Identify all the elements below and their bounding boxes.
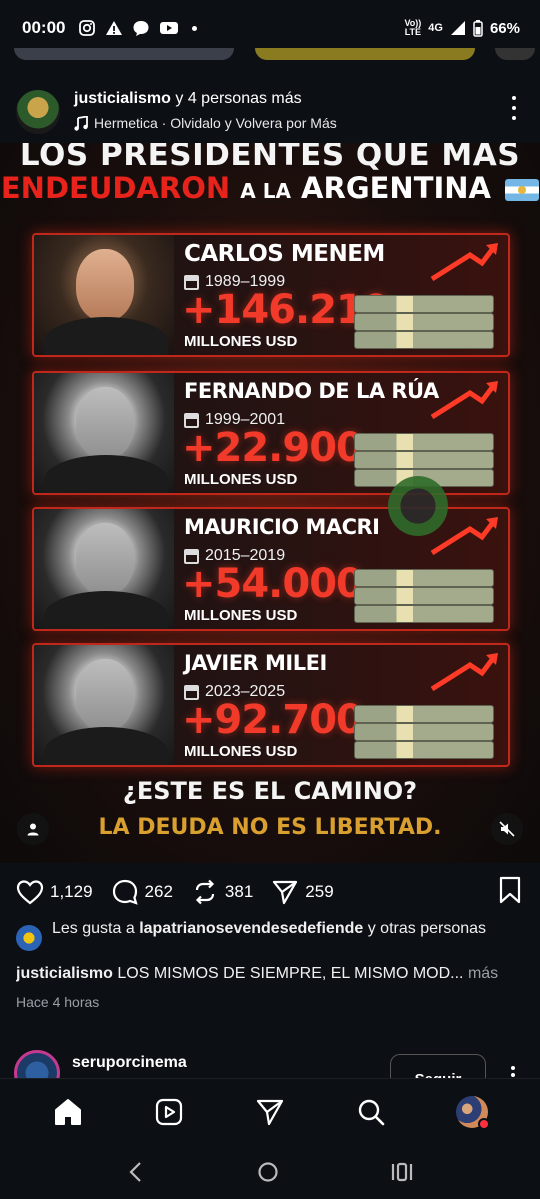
network-type: 4G [428,22,443,34]
president-name: MAURICIO MACRI [184,515,380,539]
audio-track-label: Hermetica · Olvidalo y Volvera por Más [94,115,337,131]
money-stack-icon [354,275,494,351]
debt-unit: MILLONES USD [184,607,298,624]
nav-search[interactable] [346,1087,396,1137]
repost-button[interactable]: 381 [191,878,253,906]
share-button[interactable]: 259 [271,878,334,906]
status-time: 00:00 [22,18,66,37]
next-post-username[interactable]: seruporcinema [72,1054,187,1072]
post-header: justicialismo y 4 personas más Hermetica… [0,86,540,138]
caption-username[interactable]: justicialismo [16,965,113,982]
poster-title-word-argentina: ARGENTINA [301,171,491,205]
poster-question: ¿ESTE ES EL CAMINO? [122,777,418,805]
bottom-navigation [0,1078,540,1144]
debt-unit: MILLONES USD [184,743,298,760]
president-name: FERNANDO DE LA RÚA [184,379,439,403]
mute-button[interactable] [491,813,523,845]
debt-unit: MILLONES USD [184,471,298,488]
poster-title-line2: ENDEUDARON A LA ARGENTINA [0,171,540,205]
nav-direct[interactable] [245,1087,295,1137]
debt-unit: MILLONES USD [184,333,298,350]
repost-icon [195,879,215,905]
post-options-icon[interactable] [510,96,518,120]
previous-post-sliver [0,48,540,62]
liker-avatar [16,925,42,951]
profile-avatar [455,1095,490,1130]
nav-reels[interactable] [144,1087,194,1137]
instagram-notification-icon [79,20,96,36]
president-card: CARLOS MENEM 1989–1999 +146.219 MILLONES… [32,233,510,357]
send-icon [273,880,298,905]
post-timestamp: Hace 4 horas [16,994,100,1010]
president-name: JAVIER MILEI [184,651,327,675]
liked-by-row[interactable]: Les gusta a lapatrianosevendesedefiende … [16,918,526,951]
liker-username[interactable]: lapatrianosevendesedefiende [139,920,363,937]
laurel-emblem-watermark [383,471,453,541]
author-avatar[interactable] [16,90,60,134]
post-caption[interactable]: justicialismo LOS MISMOS DE SIEMPRE, EL … [16,965,536,983]
liked-by-text: Les gusta a lapatrianosevendesedefiende … [52,920,487,937]
heart-icon [16,880,44,905]
search-icon [358,1099,385,1125]
debt-amount: +54.000 [182,561,364,607]
caption-more-link[interactable]: más [468,965,498,982]
poster-title-word-a-la: A LA [240,179,291,203]
like-count: 1,129 [50,882,93,901]
argentina-flag-icon [505,179,540,201]
battery-level: 66% [489,19,520,37]
comment-count: 262 [144,882,173,901]
home-circle-icon[interactable] [257,1161,279,1183]
share-count: 259 [305,882,334,901]
recents-icon[interactable] [390,1161,414,1183]
president-card: JAVIER MILEI 2023–2025 +92.700 MILLONES … [32,643,510,767]
president-card: FERNANDO DE LA RÚA 1999–2001 +22.900 MIL… [32,371,510,495]
save-button[interactable] [498,876,522,909]
nav-home[interactable] [43,1087,93,1137]
system-navigation [0,1144,540,1199]
more-notifications-dot [192,25,198,31]
poster-title-line1: LOS PRESIDENTES QUE MÁS [19,143,521,173]
like-button[interactable]: 1,129 [16,879,93,905]
debt-amount: +92.700 [182,697,364,743]
warning-icon [106,21,123,35]
bookmark-icon [499,876,521,904]
battery-icon [473,19,483,37]
tagged-users-button[interactable] [17,813,49,845]
signal-icon [450,21,465,35]
president-portrait [34,373,174,493]
money-stack-icon [354,685,494,761]
nav-profile[interactable] [447,1087,497,1137]
post-authors[interactable]: justicialismo y 4 personas más [74,90,302,108]
president-portrait [34,235,174,355]
youtube-icon [160,22,179,34]
money-stack-icon [354,549,494,625]
president-name: CARLOS MENEM [184,241,385,267]
author-username[interactable]: justicialismo [74,90,171,107]
post-actions-bar: 1,129 262 381 259 [0,874,540,910]
home-icon [55,1098,82,1125]
comment-icon [112,879,138,905]
speaker-muted-icon [499,821,515,837]
volte-indicator: Vo)) LTE [404,18,422,37]
reels-icon [156,1098,183,1125]
music-note-icon [74,115,88,131]
send-icon [256,1099,284,1125]
audio-track[interactable]: Hermetica · Olvidalo y Volvera por Más [74,115,337,131]
comment-button[interactable]: 262 [111,878,173,906]
coauthors-label[interactable]: y 4 personas más [175,90,301,107]
chat-bubble-icon [133,21,149,36]
back-icon[interactable] [126,1161,146,1183]
repost-count: 381 [224,882,254,901]
president-portrait [34,645,174,765]
post-image[interactable]: LOS PRESIDENTES QUE MÁS ENDEUDARON A LA … [0,143,540,863]
debt-amount: +22.900 [182,425,364,471]
person-icon [27,823,39,836]
caption-text: LOS MISMOS DE SIEMPRE, EL MISMO MOD... [117,965,464,982]
president-portrait [34,509,174,629]
poster-title-word-endeudaron: ENDEUDARON [0,171,231,205]
poster-tagline: LA DEUDA NO ES LIBERTAD. [98,815,442,840]
